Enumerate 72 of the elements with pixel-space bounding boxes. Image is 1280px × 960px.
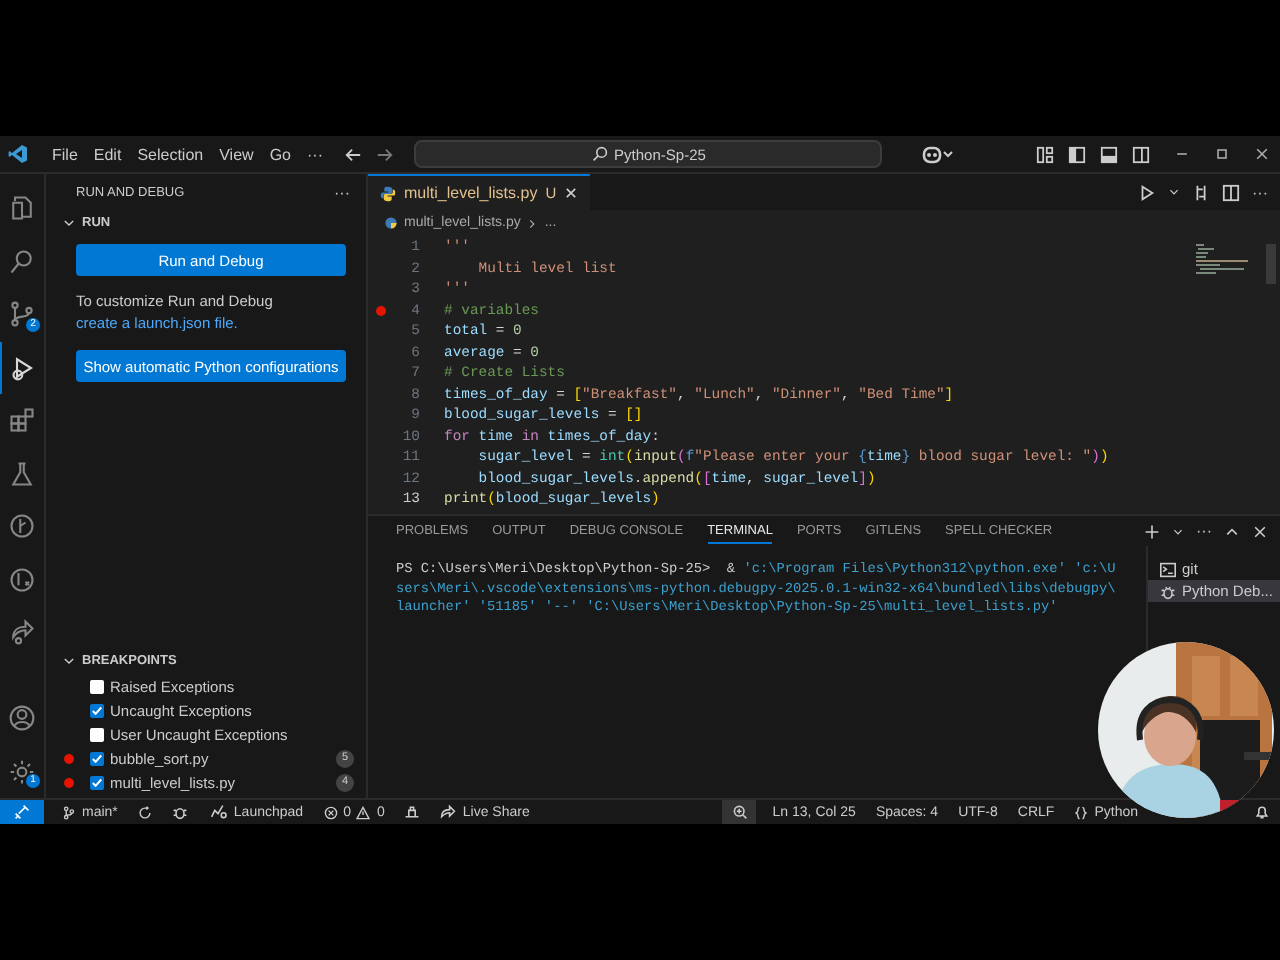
- menu-item[interactable]: File: [44, 145, 86, 163]
- more-actions-button[interactable]: ···: [1252, 183, 1268, 201]
- menu-item[interactable]: Edit: [85, 145, 130, 163]
- checkbox[interactable]: [90, 727, 104, 741]
- terminal-icon: [1160, 561, 1176, 577]
- chevron-down-icon[interactable]: [62, 654, 76, 668]
- breakpoint-icon: [63, 753, 73, 763]
- share-icon: [440, 804, 457, 820]
- menu-item[interactable]: ···: [298, 145, 331, 163]
- menu-item[interactable]: Selection: [129, 145, 212, 163]
- menu-item[interactable]: Go: [261, 145, 299, 163]
- checkbox[interactable]: [90, 751, 104, 765]
- chevron-right-icon: [526, 217, 539, 229]
- bell-icon[interactable]: [1254, 804, 1270, 820]
- more-actions-button[interactable]: ···: [1196, 522, 1212, 540]
- checkbox[interactable]: [90, 679, 104, 693]
- bug-icon: [1160, 583, 1176, 599]
- plus-icon[interactable]: [1144, 523, 1160, 539]
- chevron-down-icon[interactable]: [1168, 186, 1180, 198]
- bug-icon[interactable]: [171, 804, 188, 820]
- launchpad-icon: [207, 804, 228, 820]
- testing-icon[interactable]: [8, 459, 36, 488]
- zoom-in-icon: [731, 804, 748, 820]
- app-logo-icon: [8, 144, 28, 164]
- explorer-icon[interactable]: [8, 194, 36, 223]
- checkbox[interactable]: [90, 775, 104, 789]
- back-arrow-icon[interactable]: [344, 145, 363, 163]
- secondary-sidebar-icon[interactable]: [1132, 145, 1150, 163]
- maximize-icon[interactable]: [1214, 146, 1230, 162]
- layout-icon[interactable]: [1036, 145, 1054, 163]
- breakpoint-icon[interactable]: [375, 306, 385, 317]
- sidebar-toggle-icon[interactable]: [1068, 145, 1086, 163]
- chevron-down-icon[interactable]: [1172, 525, 1184, 537]
- forward-arrow-icon[interactable]: [376, 145, 395, 163]
- python-file-icon: [380, 185, 396, 201]
- chevron-down-icon[interactable]: [62, 216, 76, 230]
- scm-icon[interactable]: [8, 300, 36, 329]
- search-icon[interactable]: [8, 247, 36, 276]
- copilot-icon[interactable]: [922, 144, 955, 164]
- close-icon[interactable]: [564, 186, 579, 200]
- checkbox[interactable]: [90, 703, 104, 717]
- sync-icon[interactable]: [137, 805, 152, 819]
- account-icon[interactable]: [8, 704, 36, 733]
- debug-icon[interactable]: [9, 353, 37, 382]
- check-icon: [90, 703, 104, 717]
- minimap-drawing: [1196, 244, 1252, 276]
- more-actions-button[interactable]: ···: [334, 183, 350, 201]
- share-icon[interactable]: [8, 618, 36, 647]
- graph-icon[interactable]: [8, 512, 36, 541]
- warning-icon: [356, 805, 371, 819]
- braces-icon: [1074, 805, 1089, 819]
- ports-icon[interactable]: [404, 804, 421, 820]
- inspect-icon[interactable]: [8, 565, 36, 594]
- menu-item[interactable]: View: [211, 145, 262, 163]
- panel-toggle-icon[interactable]: [1100, 145, 1118, 163]
- scrollbar[interactable]: [1266, 244, 1276, 284]
- zoom-button[interactable]: [722, 800, 757, 824]
- close-icon[interactable]: [1254, 146, 1270, 162]
- remote-icon: [14, 804, 30, 820]
- remote-button[interactable]: [0, 800, 44, 824]
- breakpoint-icon: [63, 777, 73, 787]
- extensions-icon[interactable]: [8, 406, 36, 435]
- python-file-icon: [384, 216, 398, 230]
- error-icon: [323, 805, 338, 819]
- chevron-up-icon[interactable]: [1224, 523, 1240, 539]
- branch-icon: [62, 805, 76, 819]
- run-icon[interactable]: [1138, 183, 1156, 201]
- settings-icon[interactable]: [8, 757, 36, 786]
- compare-icon[interactable]: [1192, 183, 1210, 201]
- split-editor-icon[interactable]: [1222, 183, 1240, 201]
- close-icon[interactable]: [1252, 523, 1268, 539]
- search-icon: [592, 146, 609, 162]
